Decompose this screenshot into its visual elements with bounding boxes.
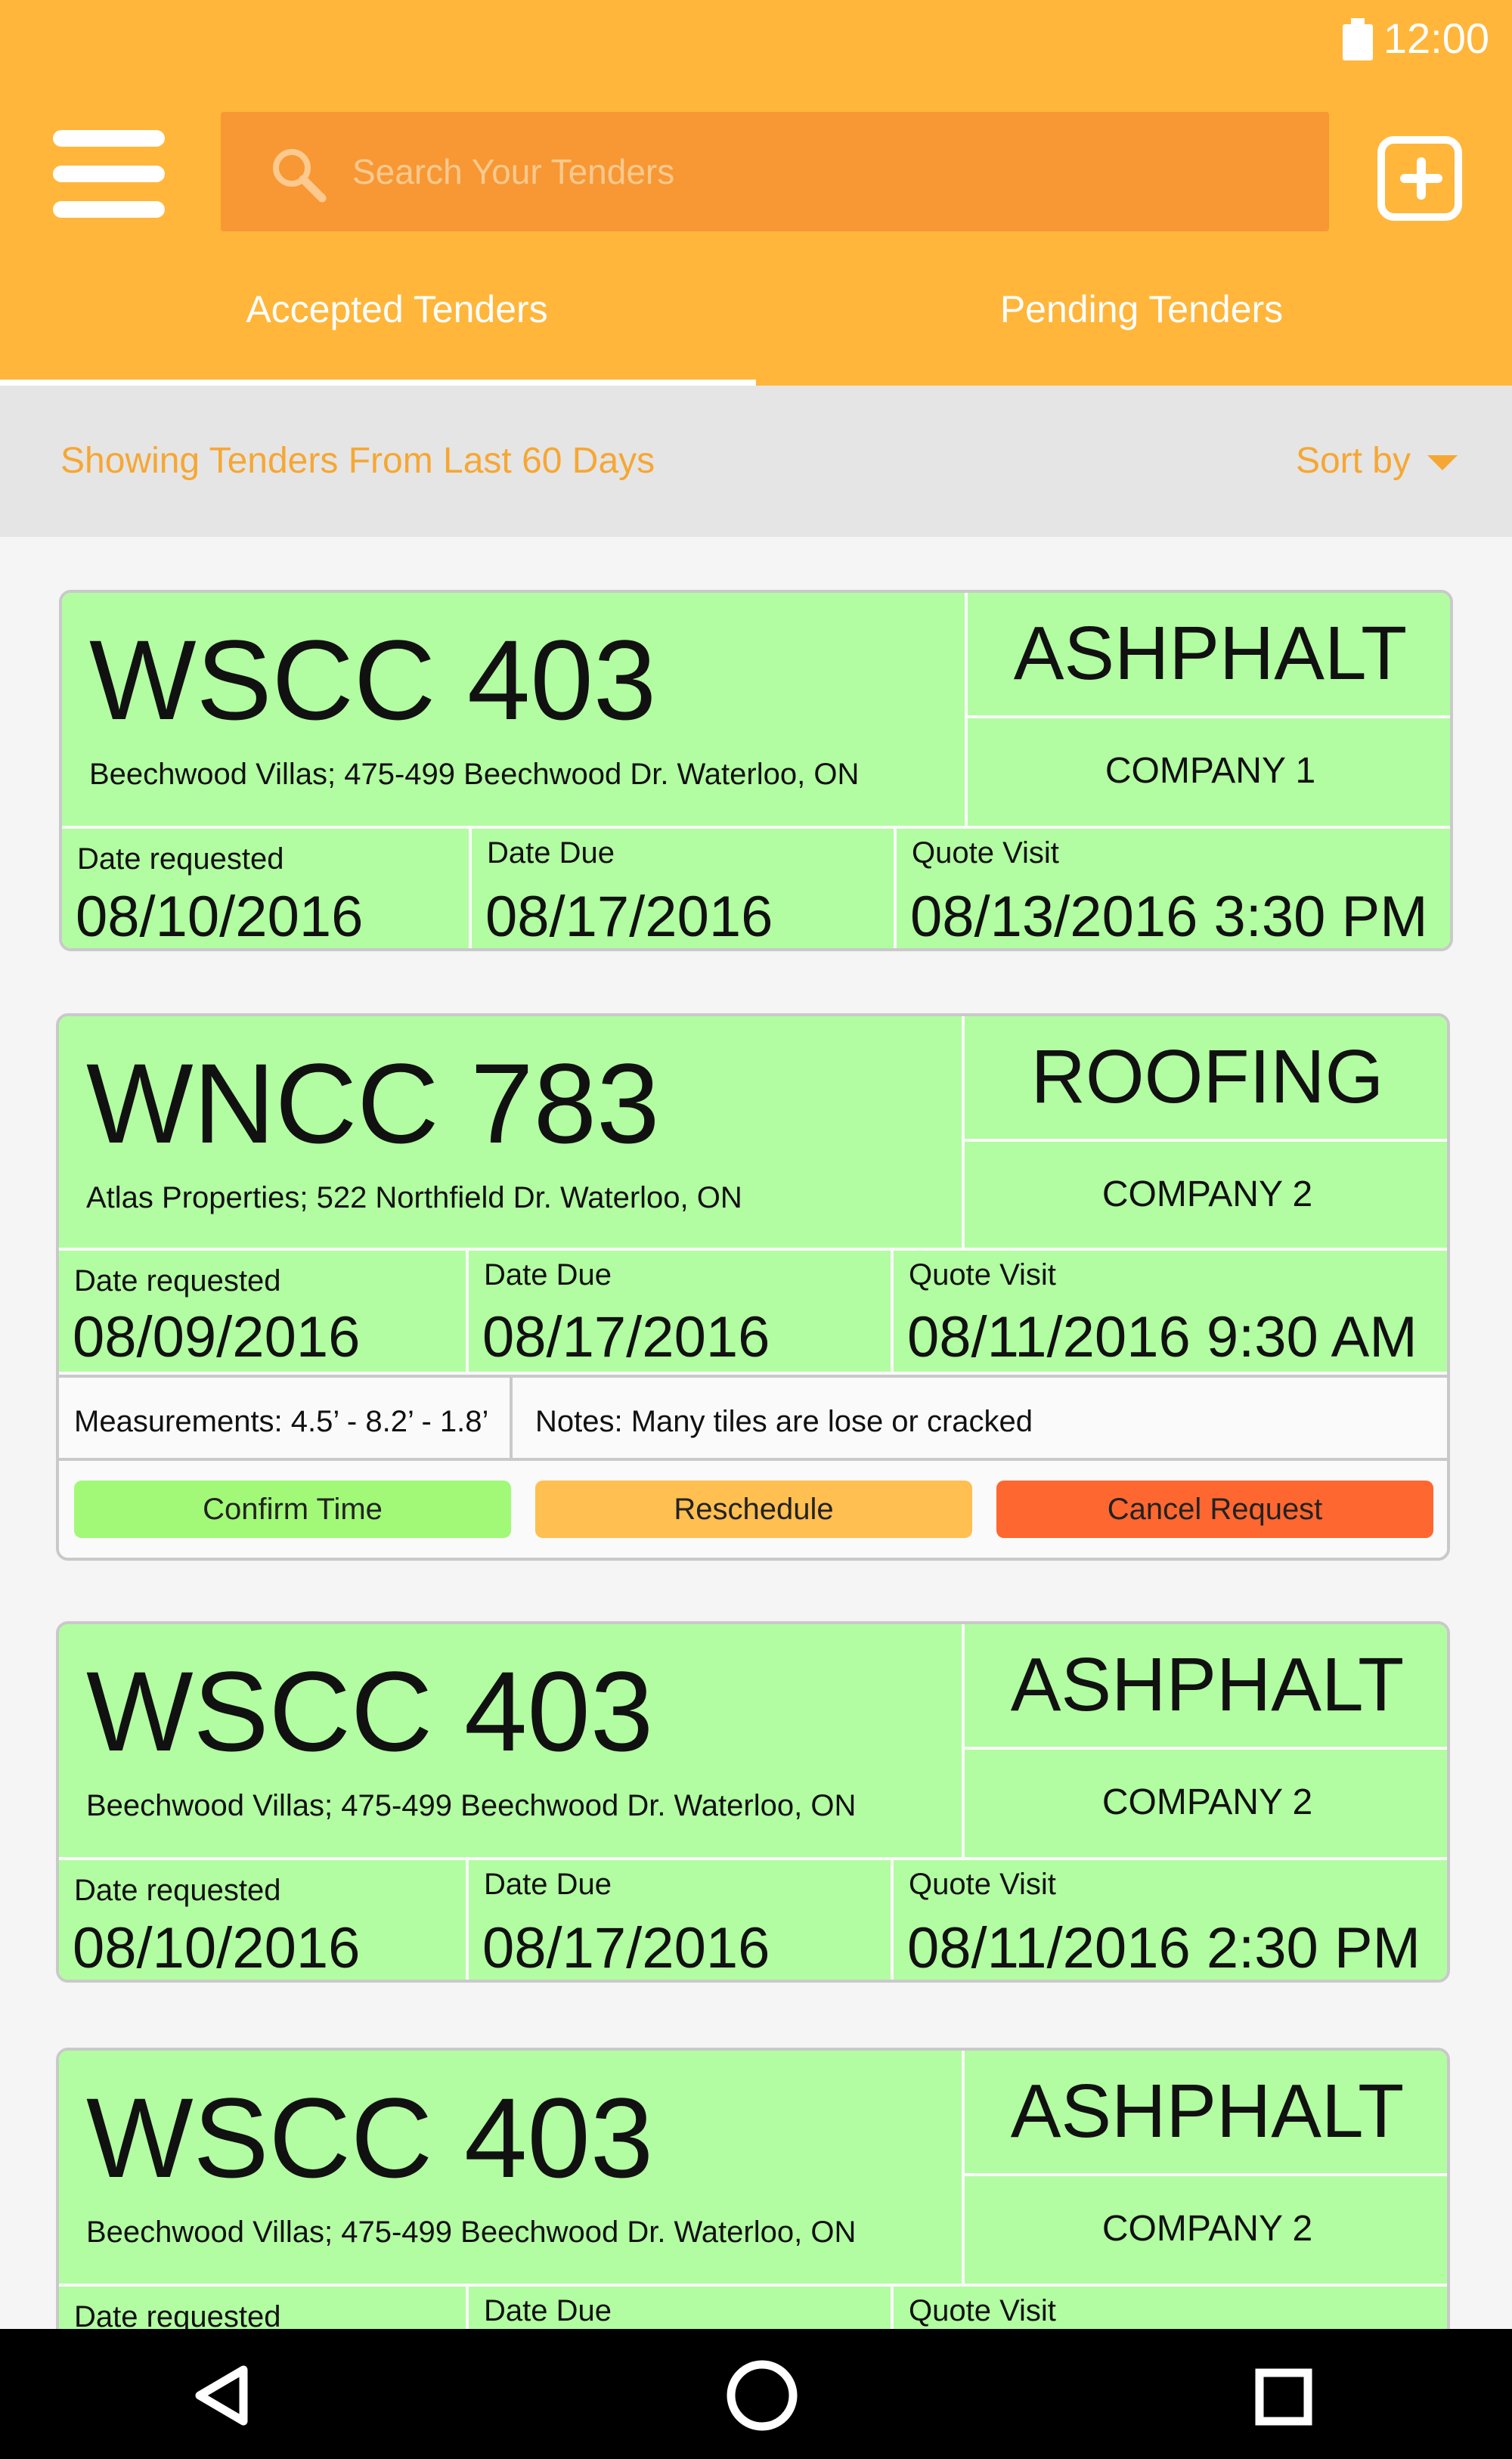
date-due-cell: Date Due 08/17/2016 [472, 829, 894, 949]
category-cell: ASHPHALT [965, 2051, 1447, 2173]
status-time: 12:00 [1383, 14, 1489, 62]
date-requested-cell: Date requested 08/10/2016 [62, 829, 469, 949]
tender-company: COMPANY 2 [1101, 1782, 1313, 1822]
tender-code: WSCC 403 [86, 2074, 654, 2201]
category-cell: ASHPHALT [968, 593, 1450, 715]
quote-visit-cell: Quote Visit 08/13/2016 3:30 PM [897, 829, 1450, 949]
quote-visit-label: Quote Visit [909, 2294, 1056, 2327]
tender-code: WSCC 403 [89, 616, 657, 743]
system-nav-bar [0, 2329, 1512, 2459]
quote-visit-label: Quote Visit [909, 1868, 1056, 1901]
date-requested-cell: Date requested 08/09/2016 [59, 1251, 466, 1372]
tender-category: ROOFING [1030, 1034, 1384, 1119]
action-row: Confirm Time Reschedule Cancel Request [59, 1458, 1447, 1558]
reschedule-button[interactable]: Reschedule [535, 1481, 972, 1538]
date-due-value: 08/17/2016 [485, 885, 773, 949]
quote-visit-value: 08/11/2016 2:30 PM [907, 1916, 1421, 1980]
confirm-time-button[interactable]: Confirm Time [74, 1481, 511, 1538]
recents-square-icon[interactable] [1255, 2368, 1312, 2426]
date-requested-value: 08/09/2016 [73, 1305, 361, 1369]
tender-card[interactable]: WSCC 403 Beechwood Villas; 475-499 Beech… [56, 1621, 1450, 1983]
tender-category: ASHPHALT [1010, 1642, 1405, 1727]
search-bar[interactable] [221, 112, 1329, 231]
date-due-cell: Date Due 08/17/2016 [469, 1860, 891, 1980]
tender-code: WSCC 403 [86, 1648, 654, 1775]
date-due-value: 08/17/2016 [482, 1916, 770, 1980]
tender-category: ASHPHALT [1010, 2069, 1405, 2154]
tender-address: Atlas Properties; 522 Northfield Dr. Wat… [86, 1181, 742, 1214]
date-due-label: Date Due [484, 2294, 612, 2327]
category-cell: ROOFING [965, 1016, 1447, 1139]
search-input[interactable] [351, 133, 1299, 210]
company-cell: COMPANY 2 [965, 2176, 1447, 2284]
date-due-value: 08/17/2016 [482, 1305, 770, 1369]
quote-visit-label: Quote Visit [909, 1258, 1056, 1292]
tender-category: ASHPHALT [1013, 611, 1408, 696]
app-bar: 12:00 Accepted Tenders Pending Tenders [0, 0, 1512, 386]
tender-company: COMPANY 1 [1105, 751, 1316, 791]
date-requested-label: Date requested [74, 1874, 281, 1907]
quote-visit-value: 08/11/2016 9:30 AM [907, 1305, 1418, 1369]
date-requested-value: 08/10/2016 [73, 1916, 361, 1980]
tender-address: Beechwood Villas; 475-499 Beechwood Dr. … [89, 758, 860, 791]
date-due-label: Date Due [484, 1258, 612, 1292]
tender-card-expanded[interactable]: WNCC 783 Atlas Properties; 522 Northfiel… [56, 1013, 1450, 1561]
quote-visit-value: 08/13/2016 3:30 PM [910, 885, 1428, 949]
sort-by-dropdown[interactable]: Sort by [1296, 440, 1458, 482]
date-due-cell: Date Due 08/17/2016 [469, 1251, 891, 1372]
search-icon [273, 149, 327, 203]
date-due-label: Date Due [487, 836, 615, 870]
caret-down-icon [1427, 455, 1458, 471]
add-square-icon[interactable] [1377, 136, 1462, 221]
category-cell: ASHPHALT [965, 1624, 1447, 1747]
date-requested-cell: Date requested 08/10/2016 [59, 1860, 466, 1980]
date-requested-value: 08/10/2016 [76, 885, 364, 949]
tab-pending-tenders[interactable]: Pending Tenders [764, 287, 1512, 331]
sort-by-label: Sort by [1295, 441, 1411, 481]
action-buttons: Confirm Time Reschedule Cancel Request [59, 1481, 1447, 1541]
tab-accepted-tenders[interactable]: Accepted Tenders [19, 287, 775, 331]
date-requested-label: Date requested [77, 842, 284, 876]
tender-header-cell: WSCC 403 Beechwood Villas; 475-499 Beech… [59, 2051, 962, 2284]
measurements-text: Measurements: 4.5’ - 8.2’ - 1.8’ [59, 1375, 513, 1458]
tender-header-cell: WNCC 783 Atlas Properties; 522 Northfiel… [59, 1016, 962, 1248]
tender-address: Beechwood Villas; 475-499 Beechwood Dr. … [86, 1789, 857, 1822]
active-tab-indicator [0, 380, 756, 386]
tender-code: WNCC 783 [86, 1040, 660, 1167]
quote-visit-label: Quote Visit [912, 836, 1059, 870]
tender-company: COMPANY 2 [1101, 1174, 1313, 1214]
tender-address: Beechwood Villas; 475-499 Beechwood Dr. … [86, 2216, 857, 2249]
tender-company: COMPANY 2 [1101, 2209, 1313, 2249]
battery-icon [1343, 18, 1373, 60]
filter-bar: Showing Tenders From Last 60 Days Sort b… [0, 386, 1512, 537]
back-triangle-icon[interactable] [194, 2365, 254, 2426]
home-circle-icon[interactable] [724, 2358, 800, 2433]
tender-header-cell: WSCC 403 Beechwood Villas; 475-499 Beech… [62, 593, 965, 826]
quote-visit-cell: Quote Visit 08/11/2016 2:30 PM [894, 1860, 1447, 1980]
company-cell: COMPANY 2 [965, 1142, 1447, 1248]
filter-label: Showing Tenders From Last 60 Days [60, 441, 655, 481]
tender-header-cell: WSCC 403 Beechwood Villas; 475-499 Beech… [59, 1624, 962, 1857]
quote-visit-cell: Quote Visit 08/11/2016 9:30 AM [894, 1251, 1447, 1372]
tender-card[interactable]: WSCC 403 Beechwood Villas; 475-499 Beech… [59, 590, 1453, 951]
date-due-label: Date Due [484, 1868, 612, 1901]
company-cell: COMPANY 1 [968, 718, 1450, 826]
hamburger-menu-icon[interactable] [53, 130, 165, 218]
date-requested-label: Date requested [74, 1264, 281, 1298]
company-cell: COMPANY 2 [965, 1750, 1447, 1857]
notes-text: Notes: Many tiles are lose or cracked [513, 1375, 1447, 1458]
cancel-request-button[interactable]: Cancel Request [996, 1481, 1433, 1538]
